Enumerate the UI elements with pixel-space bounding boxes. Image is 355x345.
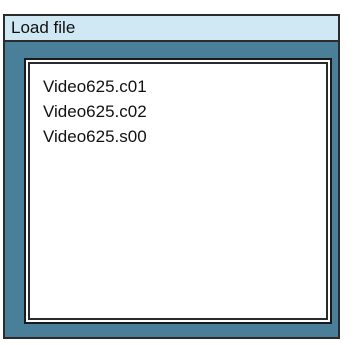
file-list-frame: Video625.c01 Video625.c02 Video625.s00 xyxy=(24,58,332,324)
dialog-titlebar: Load file xyxy=(5,16,338,42)
file-list-item[interactable]: Video625.s00 xyxy=(43,124,147,149)
file-list-item[interactable]: Video625.c02 xyxy=(43,99,147,124)
file-list[interactable]: Video625.c01 Video625.c02 Video625.s00 xyxy=(28,62,328,320)
load-file-dialog: Load file Video625.c01 Video625.c02 Vide… xyxy=(3,14,340,339)
file-list-items: Video625.c01 Video625.c02 Video625.s00 xyxy=(43,74,147,149)
dialog-title: Load file xyxy=(11,18,76,37)
file-list-item[interactable]: Video625.c01 xyxy=(43,74,147,99)
